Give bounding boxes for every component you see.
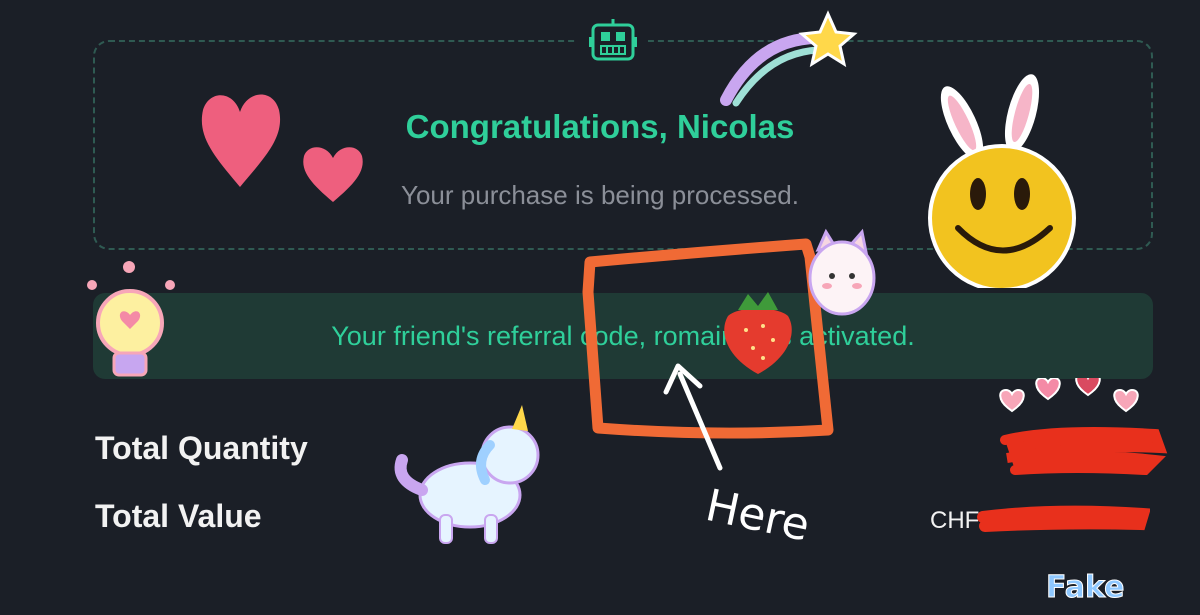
heart-sticker-large bbox=[201, 94, 281, 187]
redaction-scribble-value bbox=[977, 505, 1150, 532]
hearts-sticker bbox=[999, 378, 1139, 413]
total-quantity-label: Total Quantity bbox=[95, 430, 308, 466]
heart-sticker-small bbox=[303, 147, 363, 202]
robot-icon bbox=[578, 10, 648, 72]
arrow-caption: Here bbox=[701, 480, 815, 552]
unicorn-sticker bbox=[394, 405, 540, 544]
fake-watermark: Fake bbox=[1045, 570, 1125, 606]
lightbulb-sticker bbox=[87, 261, 175, 377]
strawberry-sticker bbox=[724, 292, 792, 374]
shooting-star-sticker bbox=[720, 10, 858, 107]
cat-sticker bbox=[808, 228, 876, 316]
total-value-label: Total Value bbox=[95, 498, 262, 534]
smiley-bunny-sticker bbox=[928, 74, 1076, 288]
